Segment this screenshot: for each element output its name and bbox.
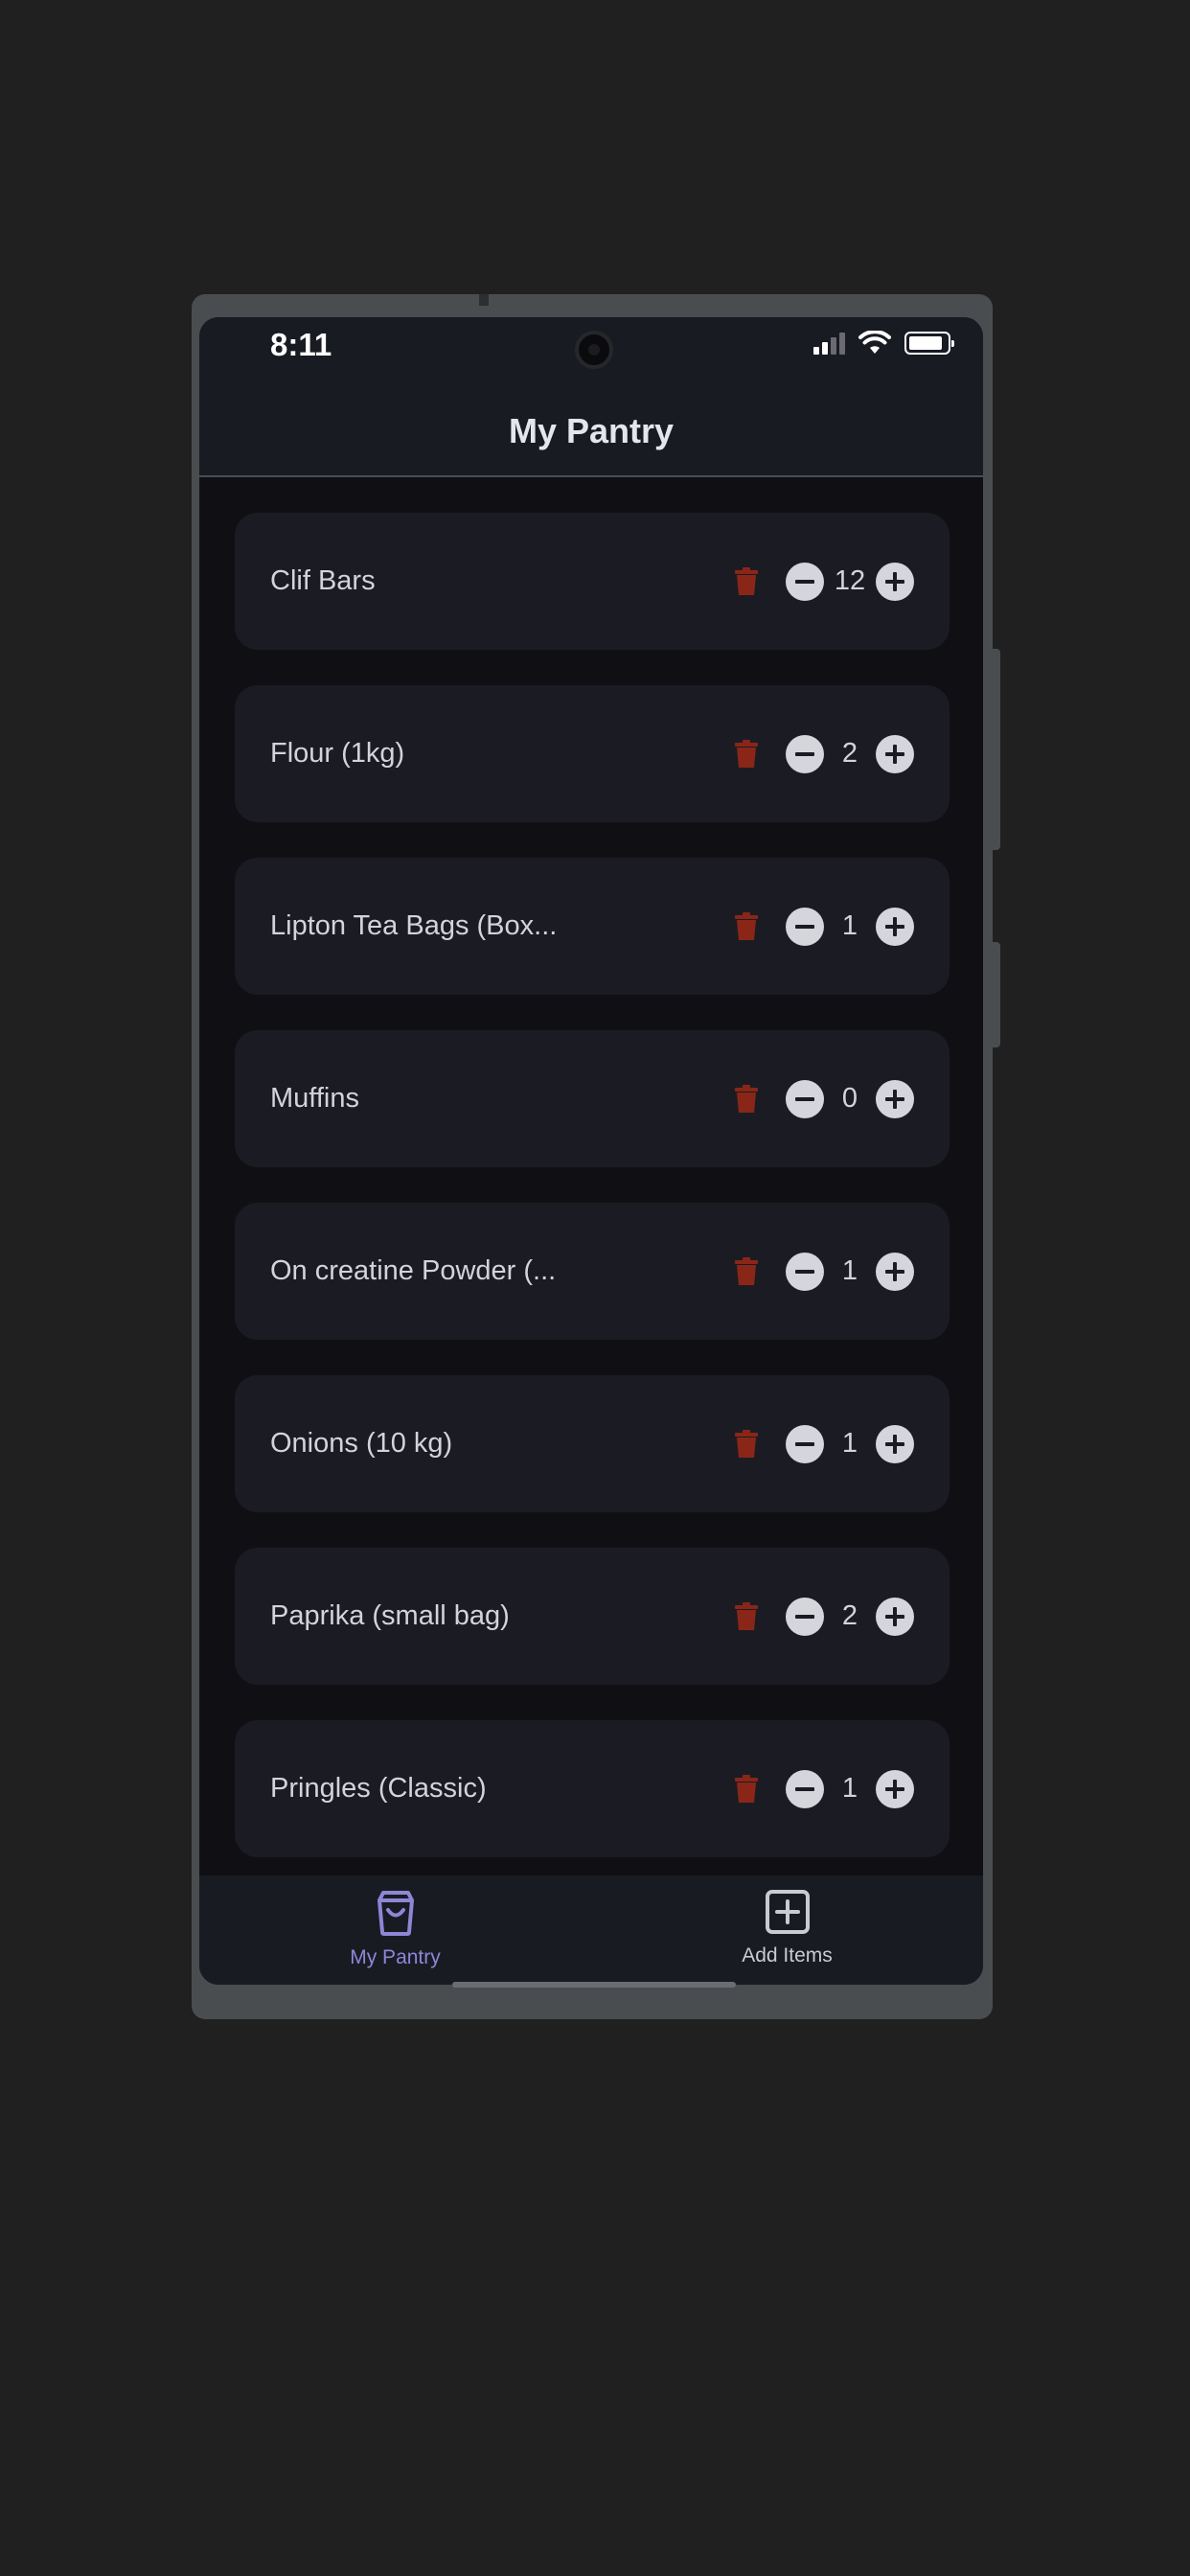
increase-quantity-button[interactable] xyxy=(876,1252,914,1291)
item-name: Lipton Tea Bags (Box... xyxy=(270,910,558,941)
pantry-item-card[interactable]: Paprika (small bag) 2 xyxy=(235,1548,950,1685)
pantry-item-card[interactable]: On creatine Powder (... 1 xyxy=(235,1203,950,1340)
battery-icon xyxy=(904,332,954,355)
tab-add-items[interactable]: Add Items xyxy=(591,1875,983,1985)
increase-quantity-button[interactable] xyxy=(876,1769,914,1808)
trash-icon[interactable] xyxy=(734,1429,759,1459)
pantry-item-card[interactable]: Muffins 0 xyxy=(235,1030,950,1167)
shopping-bag-icon xyxy=(377,1891,414,1936)
trash-icon[interactable] xyxy=(734,739,759,769)
decrease-quantity-button[interactable] xyxy=(786,1424,824,1463)
volume-button xyxy=(993,649,1000,850)
bottom-tab-bar: My Pantry Add Items xyxy=(199,1875,983,1985)
home-indicator xyxy=(452,1982,736,1988)
increase-quantity-button[interactable] xyxy=(876,1079,914,1118)
trash-icon[interactable] xyxy=(734,1256,759,1286)
trash-icon[interactable] xyxy=(734,1601,759,1631)
app-header: 8:11 My Pantry xyxy=(199,317,983,477)
item-name: Pringles (Classic) xyxy=(270,1773,487,1804)
cellular-signal-icon xyxy=(813,332,845,355)
item-controls: 1 xyxy=(734,1720,914,1857)
item-name: Muffins xyxy=(270,1083,359,1114)
item-quantity: 0 xyxy=(841,1083,858,1114)
decrease-quantity-button[interactable] xyxy=(786,734,824,773)
pantry-item-card[interactable]: Clif Bars 12 xyxy=(235,513,950,650)
item-name: Flour (1kg) xyxy=(270,738,405,769)
status-icons xyxy=(813,331,954,356)
decrease-quantity-button[interactable] xyxy=(786,1252,824,1291)
item-quantity: 2 xyxy=(841,738,858,769)
tab-label: My Pantry xyxy=(350,1946,441,1968)
item-controls: 1 xyxy=(734,1203,914,1340)
item-quantity: 1 xyxy=(841,1773,858,1804)
pantry-item-card[interactable]: Pringles (Classic) 1 xyxy=(235,1720,950,1857)
item-quantity: 1 xyxy=(841,1255,858,1286)
wifi-icon xyxy=(858,331,891,354)
item-quantity: 1 xyxy=(841,910,858,941)
trash-icon[interactable] xyxy=(734,1084,759,1114)
increase-quantity-button[interactable] xyxy=(876,1424,914,1463)
decrease-quantity-button[interactable] xyxy=(786,1597,824,1636)
increase-quantity-button[interactable] xyxy=(876,734,914,773)
decrease-quantity-button[interactable] xyxy=(786,907,824,946)
pantry-item-card[interactable]: Onions (10 kg) 1 xyxy=(235,1375,950,1512)
pantry-list[interactable]: Clif Bars 12 Flour (1kg) 2 Lipton Tea Bags (… xyxy=(235,513,950,1893)
phone-frame: 8:11 My Pantry Clif Bars 12 Flour (1kg) 2 Li… xyxy=(192,294,1000,2019)
front-camera xyxy=(575,331,613,369)
trash-icon[interactable] xyxy=(734,911,759,941)
frame-notch xyxy=(479,294,489,306)
item-controls: 2 xyxy=(734,685,914,822)
increase-quantity-button[interactable] xyxy=(876,1597,914,1636)
item-controls: 0 xyxy=(734,1030,914,1167)
item-quantity: 2 xyxy=(841,1600,858,1631)
increase-quantity-button[interactable] xyxy=(876,907,914,946)
status-time: 8:11 xyxy=(270,327,332,362)
item-quantity: 12 xyxy=(834,565,866,596)
pantry-item-card[interactable]: Flour (1kg) 2 xyxy=(235,685,950,822)
app-screen: 8:11 My Pantry Clif Bars 12 Flour (1kg) 2 Li… xyxy=(199,317,983,1985)
item-quantity: 1 xyxy=(841,1428,858,1459)
item-name: On creatine Powder (... xyxy=(270,1255,557,1286)
trash-icon[interactable] xyxy=(734,1774,759,1804)
trash-icon[interactable] xyxy=(734,566,759,596)
tab-label: Add Items xyxy=(742,1944,833,1966)
tab-my-pantry[interactable]: My Pantry xyxy=(199,1875,591,1985)
item-controls: 1 xyxy=(734,1375,914,1512)
plus-square-icon xyxy=(765,1890,810,1934)
item-controls: 12 xyxy=(734,513,914,650)
item-name: Paprika (small bag) xyxy=(270,1600,510,1631)
page-title: My Pantry xyxy=(508,411,675,450)
decrease-quantity-button[interactable] xyxy=(786,1769,824,1808)
item-controls: 1 xyxy=(734,858,914,995)
item-controls: 2 xyxy=(734,1548,914,1685)
pantry-item-card[interactable]: Lipton Tea Bags (Box... 1 xyxy=(235,858,950,995)
decrease-quantity-button[interactable] xyxy=(786,1079,824,1118)
item-name: Onions (10 kg) xyxy=(270,1428,453,1459)
power-button xyxy=(993,942,1000,1047)
increase-quantity-button[interactable] xyxy=(876,562,914,601)
item-name: Clif Bars xyxy=(270,565,376,596)
decrease-quantity-button[interactable] xyxy=(786,562,824,601)
